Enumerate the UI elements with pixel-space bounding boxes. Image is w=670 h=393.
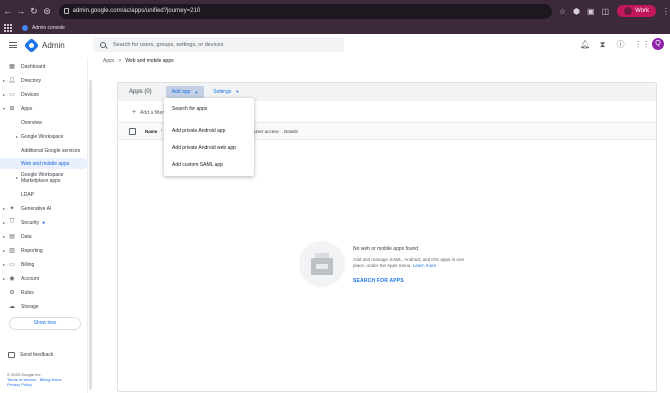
address-bar[interactable]: admin.google.com/ac/apps/unified?journey… [58,3,552,19]
sidepanel-icon[interactable]: ◫ [602,7,610,16]
footer: © 2025 Google Inc. Terms of service · Bi… [7,372,82,387]
sidebar-item-account[interactable]: ▸ ◉ Account [0,273,88,284]
sidebar-item-ldap[interactable]: LDAP [0,189,88,200]
header-actions: 🔔︎ ⧗ ⓘ ⋮⋮ Q [580,38,664,50]
sidebar-item-storage[interactable]: ☁ Storage [0,301,88,312]
app-header: Admin Search for users, groups, settings… [0,34,670,56]
column-name[interactable]: Name [145,129,157,134]
breadcrumb-separator: > [118,58,122,64]
send-feedback-label: Send feedback [20,352,54,358]
hourglass-icon[interactable]: ⧗ [598,40,607,49]
cloud-icon: ☁ [9,304,15,310]
empty-state-illustration [299,241,345,287]
reporting-icon: ▥ [9,248,15,254]
menu-item-custom-saml-app[interactable]: Add custom SAML app [172,162,223,168]
empty-title: No web or mobile apps found [353,246,419,252]
notifications-icon[interactable]: 🔔︎ [580,40,590,49]
puzzle-icon[interactable]: ▣ [587,7,595,16]
app-title: Admin [42,40,65,50]
search-placeholder: Search for users, groups, settings, or d… [113,41,224,48]
sort-arrow-icon[interactable]: ↑ [160,128,163,134]
breadcrumb-apps[interactable]: Apps [103,58,114,64]
plus-icon: + [132,109,137,116]
search-icon [100,41,106,48]
sidebar-item-google-workspace[interactable]: ▸ Google Workspace [0,131,88,142]
profile-avatar-icon [624,7,633,15]
search-for-apps-button[interactable]: SEARCH FOR APPS [353,278,404,284]
sidebar-item-devices[interactable]: ▸ ▭ Devices [0,89,88,100]
apps-icon: ⊞ [9,106,15,112]
menu-item-search-apps[interactable]: Search for apps [172,106,207,112]
avatar[interactable]: Q [652,38,664,50]
google-admin-favicon [22,25,28,31]
data-icon: ▤ [9,234,15,240]
sidebar-item-directory[interactable]: ▸ 👤︎ Directory [0,75,88,86]
sidebar-item-additional-services[interactable]: Additional Google services [0,145,88,156]
browser-menu-icon[interactable]: ⋮ [662,7,670,16]
sidebar-item-rules[interactable]: ⚙ Rules [0,287,88,298]
help-icon[interactable]: ⓘ [616,40,625,49]
menu-item-private-android-app[interactable]: Add private Android app [172,128,225,134]
browser-toolbar: ← → ↻ ⊜ admin.google.com/ac/apps/unified… [0,0,670,22]
billing-icon: ▭ [9,262,15,268]
select-all-checkbox[interactable] [129,127,136,135]
url-text: admin.google.com/ac/apps/unified?journey… [72,8,201,14]
breadcrumb-current: Web and mobile apps [125,58,174,64]
reload-icon[interactable]: ↻ [28,6,39,17]
sidebar-item-generative-ai[interactable]: ▸ ✦ Generative AI [0,203,88,214]
dashboard-icon: ▦ [9,64,15,70]
sidebar-item-web-mobile-apps[interactable]: Web and mobile apps [0,158,88,169]
privacy-link[interactable]: Privacy Policy [7,382,82,387]
ai-icon: ✦ [9,206,15,212]
sidebar-item-billing[interactable]: ▸ ▭ Billing [0,259,88,270]
back-icon[interactable]: ← [2,6,13,16]
settings-button[interactable]: Settings ▼ [213,89,239,95]
extension-icon[interactable]: ⬢ [573,7,580,16]
person-icon: 👤︎ [8,78,16,84]
billing-terms-link[interactable]: Billing terms [40,377,62,382]
site-info-icon[interactable]: ⊜ [41,6,52,17]
rules-icon: ⚙ [9,290,15,296]
sidebar-scrollbar[interactable] [89,80,92,390]
sidebar-item-overview[interactable]: Overview [0,117,88,128]
sidebar-item-security[interactable]: ▸ ⛉ Security ● [0,217,88,228]
security-new-dot-icon: ● [42,219,46,226]
forward-icon[interactable]: → [15,6,26,16]
profile-chip[interactable]: Work [617,5,656,17]
apps-count: Apps (0) [129,89,152,95]
empty-description: Add and manage SAML, Android, and iOS ap… [353,257,465,268]
breadcrumb: Apps > Web and mobile apps [103,58,174,64]
sidebar-item-reporting[interactable]: ▸ ▥ Reporting [0,245,88,256]
admin-logo-icon [23,37,40,53]
add-app-menu: Search for apps Add private Android app … [164,98,254,176]
menu-item-private-android-web-app[interactable]: Add private Android web app [172,145,236,151]
account-icon: ◉ [9,276,15,282]
feedback-icon [8,352,15,358]
profile-label: Work [635,8,649,14]
bookmarks-bar: Admin console [0,22,670,34]
column-details: Details [284,128,298,134]
caret-down-icon: ▼ [235,89,240,94]
star-icon[interactable]: ☆ [559,7,566,16]
bookmark-admin-console[interactable]: Admin console [32,25,65,31]
shield-icon: ⛉ [9,219,15,225]
show-less-button[interactable]: Show less [9,317,81,330]
lock-icon [63,7,69,14]
column-user-access: User access [254,128,279,134]
sidebar: ▦ Dashboard ▸ 👤︎ Directory ▸ ▭ Devices ▾ ⊞ Apps… [0,58,88,393]
sidebar-item-apps[interactable]: ▾ ⊞ Apps [0,103,88,114]
learn-more-link[interactable]: Learn more [413,263,437,268]
add-app-button[interactable]: Add app ▼ [165,86,205,98]
caret-down-icon: ▼ [194,89,199,95]
google-apps-icon[interactable]: ⋮⋮ [634,40,650,49]
devices-icon: ▭ [9,92,15,98]
send-feedback-link[interactable]: Send feedback [8,352,53,358]
sidebar-item-data[interactable]: ▸ ▤ Data [0,231,88,242]
sidebar-item-dashboard[interactable]: ▦ Dashboard [0,61,88,72]
sidebar-item-marketplace-apps[interactable]: ▸ Google Workspace Marketplace apps [0,172,88,188]
search-input[interactable]: Search for users, groups, settings, or d… [93,37,344,52]
apps-grid-icon[interactable] [4,24,12,32]
hamburger-menu-icon[interactable] [9,42,17,48]
